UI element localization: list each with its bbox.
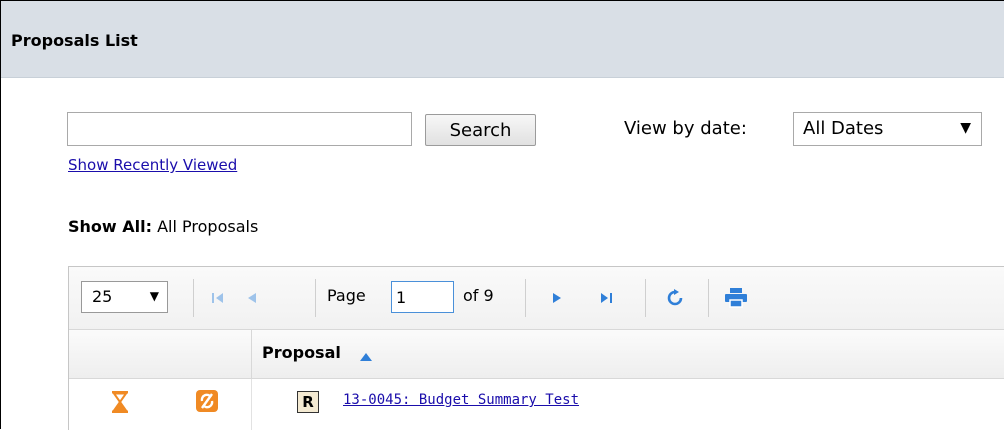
show-all-label: Show All: <box>68 217 153 236</box>
sort-ascending-icon[interactable] <box>360 347 372 365</box>
show-all-value: All Proposals <box>157 217 259 236</box>
proposals-grid: 25 ▼ Page of 9 <box>68 266 1004 430</box>
total-pages-label: of 9 <box>463 286 494 305</box>
page-size-value: 25 <box>92 287 113 306</box>
page-label: Page <box>327 286 366 305</box>
toolbar-divider <box>193 279 194 317</box>
column-divider <box>251 330 252 378</box>
column-header-proposal[interactable]: Proposal <box>262 343 341 362</box>
header-bar: Proposals List <box>1 1 1004 78</box>
show-all-filter: Show All: All Proposals <box>68 217 258 236</box>
page-title: Proposals List <box>11 31 138 50</box>
view-by-date-value: All Dates <box>803 118 884 139</box>
dropdown-arrow-icon: ▼ <box>960 120 971 136</box>
table-header-row: Proposal <box>69 330 1004 379</box>
first-page-icon[interactable] <box>211 287 225 309</box>
refresh-icon[interactable] <box>666 287 684 309</box>
toolbar-divider <box>525 279 526 317</box>
status-badge: R <box>297 391 319 413</box>
toolbar-divider <box>645 279 646 317</box>
dropdown-arrow-icon: ▼ <box>149 289 159 303</box>
grid-toolbar: 25 ▼ Page of 9 <box>69 267 1004 330</box>
page-size-select[interactable]: 25 ▼ <box>81 281 168 313</box>
hourglass-icon <box>111 390 129 418</box>
current-page-input[interactable] <box>391 281 454 313</box>
prev-page-icon[interactable] <box>246 287 258 309</box>
column-divider <box>251 379 252 430</box>
next-page-icon[interactable] <box>551 287 563 309</box>
view-by-date-select[interactable]: All Dates ▼ <box>793 112 982 146</box>
last-page-icon[interactable] <box>599 287 613 309</box>
view-by-date-label: View by date: <box>624 118 747 139</box>
search-input[interactable] <box>67 112 412 146</box>
search-button[interactable]: Search <box>425 114 536 146</box>
toolbar-divider <box>315 279 316 317</box>
no-sync-icon <box>196 390 218 416</box>
toolbar-divider <box>708 279 709 317</box>
show-recently-viewed-link[interactable]: Show Recently Viewed <box>68 156 237 174</box>
table-row: R 13-0045: Budget Summary Test <box>69 379 1004 430</box>
proposal-link[interactable]: 13-0045: Budget Summary Test <box>343 392 579 408</box>
print-icon[interactable] <box>725 287 747 309</box>
